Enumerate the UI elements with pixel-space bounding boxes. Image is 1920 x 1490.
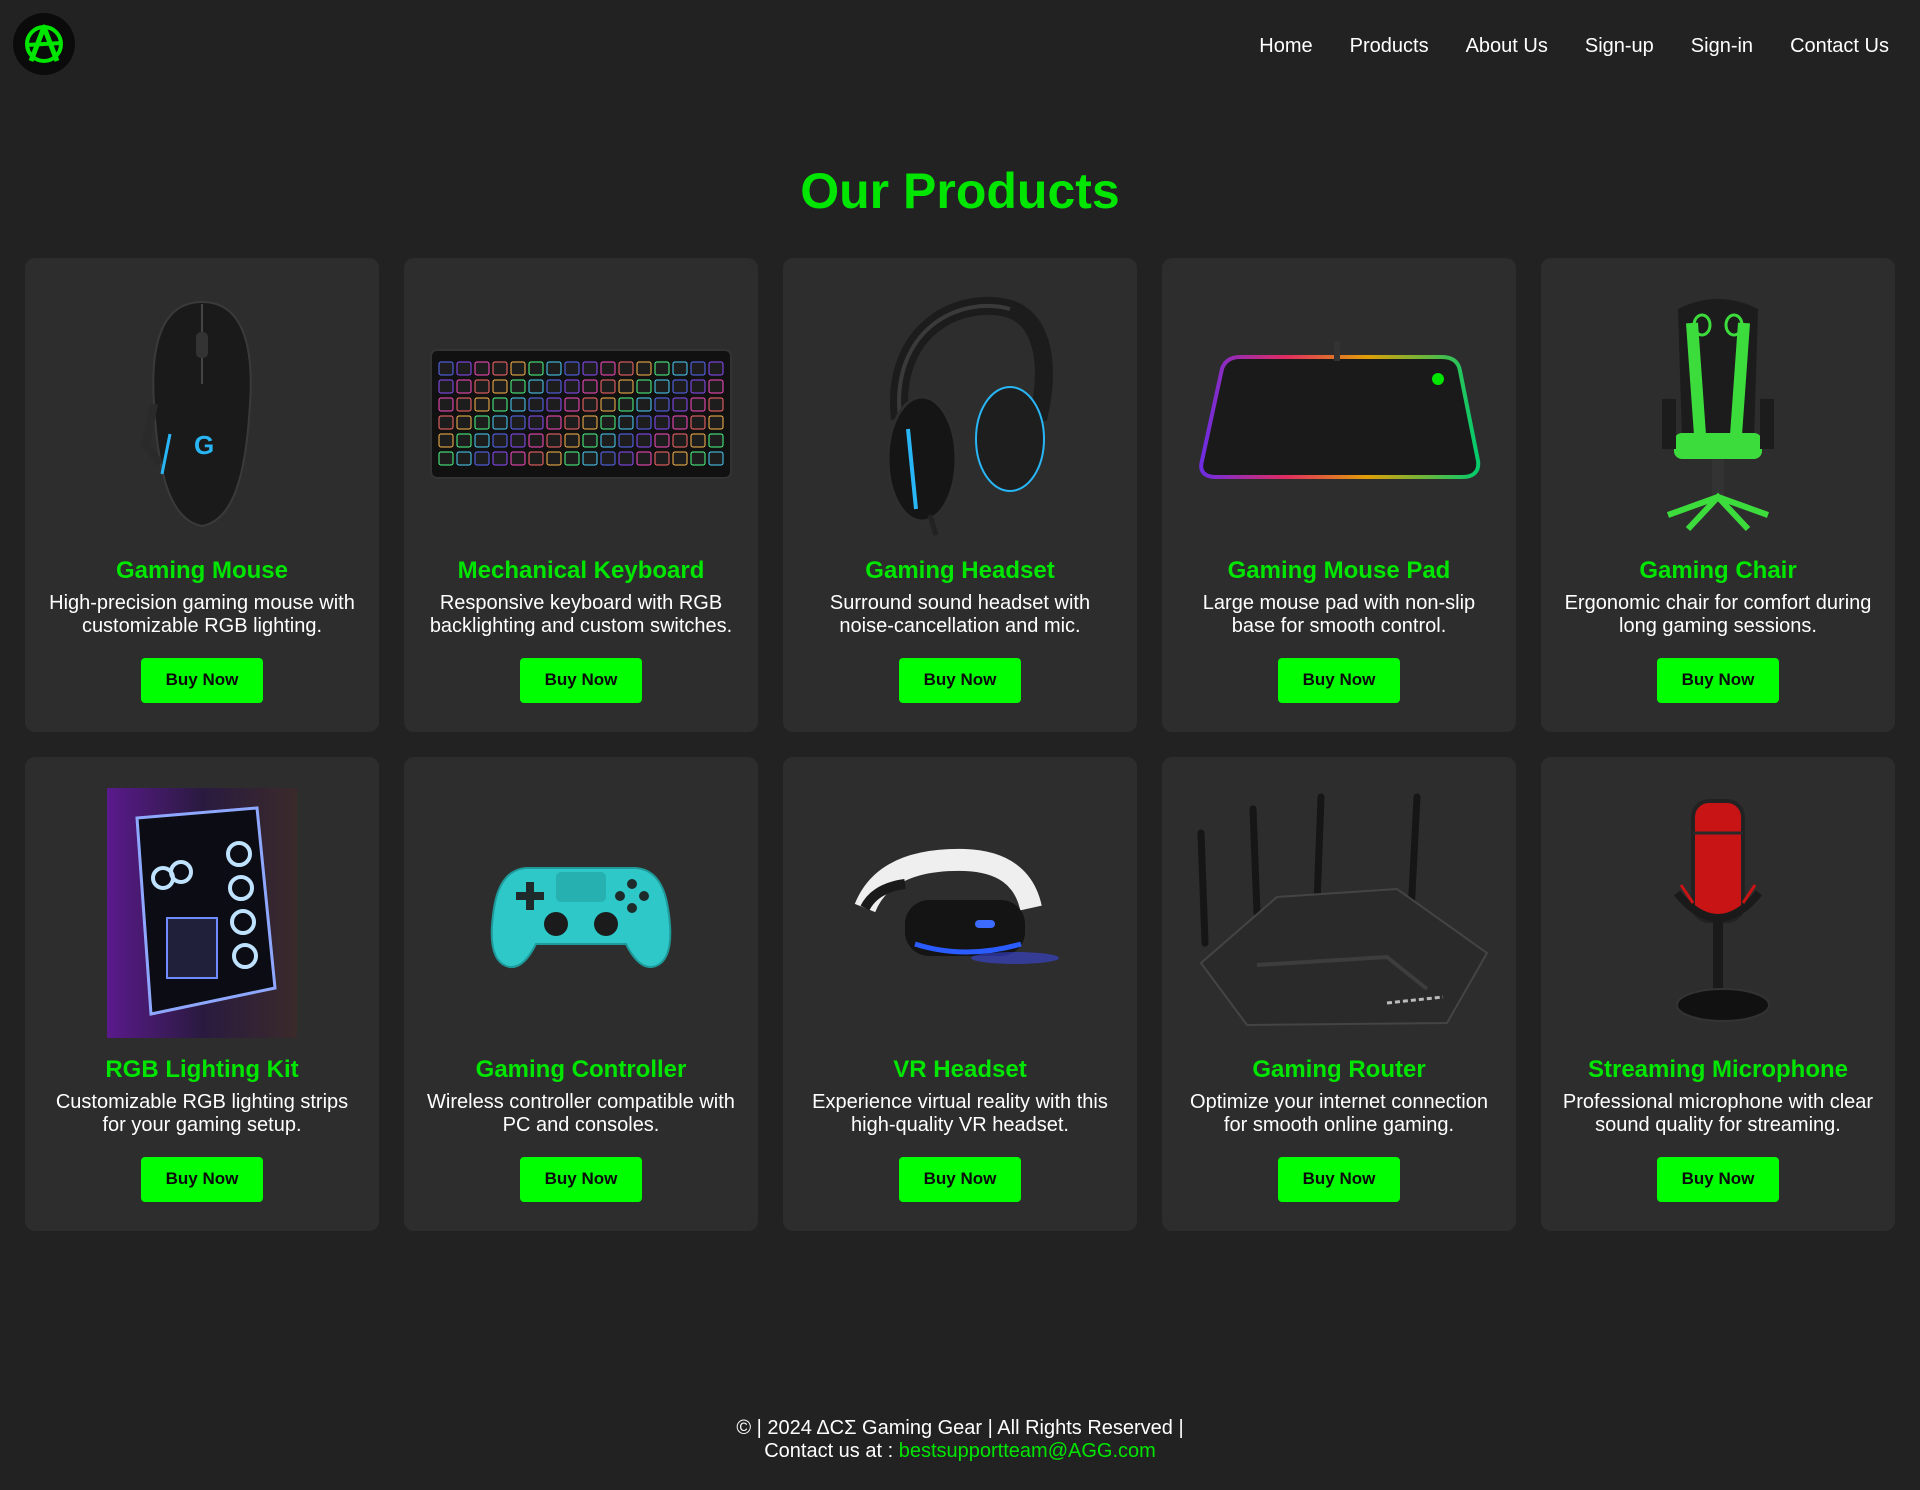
gaming-mouse-image: G <box>47 288 357 540</box>
product-description: Wireless controller compatible with PC a… <box>427 1090 735 1136</box>
buy-now-button[interactable]: Buy Now <box>520 1156 642 1202</box>
product-description: Experience virtual reality with this hig… <box>812 1090 1108 1136</box>
product-description: Surround sound headset with noise-cancel… <box>829 591 1091 637</box>
product-name: Gaming Router <box>1252 1055 1426 1083</box>
nav-links: Home Products About Us Sign-up Sign-in C… <box>1222 33 1889 59</box>
vr-headset-image <box>805 787 1115 1039</box>
copyright-text: © | 2024 ΔCΣ Gaming Gear | All Rights Re… <box>736 1417 1184 1439</box>
headset-image <box>805 288 1115 540</box>
product-name: Gaming Controller <box>475 1055 687 1083</box>
logo-icon[interactable] <box>13 13 75 75</box>
nav-about-link[interactable]: About Us <box>1466 33 1548 59</box>
product-card: Mechanical Keyboard Responsive keyboard … <box>404 258 758 732</box>
product-card: VR Headset Experience virtual reality wi… <box>783 757 1137 1231</box>
product-name: Gaming Chair <box>1639 556 1797 584</box>
product-card: G Gaming Mouse High-precision gaming mou… <box>25 258 379 732</box>
footer: © | 2024 ΔCΣ Gaming Gear | All Rights Re… <box>0 1417 1920 1463</box>
contact-line: Contact us at : bestsupportteam@AGG.com <box>0 1440 1920 1463</box>
product-description: Optimize your internet connection for sm… <box>1190 1090 1488 1136</box>
buy-now-button[interactable]: Buy Now <box>1657 1156 1779 1202</box>
product-description: Responsive keyboard with RGB backlightin… <box>429 591 733 637</box>
product-description: Large mouse pad with non-slip base for s… <box>1202 591 1476 637</box>
svg-text:G: G <box>194 430 214 460</box>
product-card: Gaming Mouse Pad Large mouse pad with no… <box>1162 258 1516 732</box>
product-name: VR Headset <box>893 1055 1027 1083</box>
mouse-pad-image <box>1184 288 1494 540</box>
product-description: Ergonomic chair for comfort during long … <box>1564 591 1872 637</box>
buy-now-button[interactable]: Buy Now <box>1278 657 1400 703</box>
buy-now-button[interactable]: Buy Now <box>520 657 642 703</box>
router-image <box>1184 787 1494 1039</box>
top-navigation: Home Products About Us Sign-up Sign-in C… <box>0 0 1920 92</box>
product-card: Gaming Controller Wireless controller co… <box>404 757 758 1231</box>
buy-now-button[interactable]: Buy Now <box>141 657 263 703</box>
product-name: Gaming Mouse Pad <box>1227 556 1451 584</box>
product-card: Gaming Router Optimize your internet con… <box>1162 757 1516 1231</box>
buy-now-button[interactable]: Buy Now <box>899 1156 1021 1202</box>
product-description: Customizable RGB lighting strips for you… <box>55 1090 349 1136</box>
product-name: Mechanical Keyboard <box>457 556 705 584</box>
product-name: Gaming Mouse <box>115 556 289 584</box>
nav-signup-link[interactable]: Sign-up <box>1585 33 1654 59</box>
keyboard-image <box>426 288 736 540</box>
page-title: Our Products <box>800 163 1120 219</box>
nav-contact-link[interactable]: Contact Us <box>1790 33 1889 59</box>
nav-products-link[interactable]: Products <box>1350 33 1429 59</box>
buy-now-button[interactable]: Buy Now <box>899 657 1021 703</box>
buy-now-button[interactable]: Buy Now <box>1278 1156 1400 1202</box>
product-name: Gaming Headset <box>865 556 1055 584</box>
product-name: RGB Lighting Kit <box>105 1055 299 1083</box>
nav-home-link[interactable]: Home <box>1259 33 1312 59</box>
buy-now-button[interactable]: Buy Now <box>1657 657 1779 703</box>
support-email-link[interactable]: bestsupportteam@AGG.com <box>899 1440 1156 1462</box>
product-description: Professional microphone with clear sound… <box>1562 1090 1874 1136</box>
nav-signin-link[interactable]: Sign-in <box>1691 33 1753 59</box>
product-card: RGB Lighting Kit Customizable RGB lighti… <box>25 757 379 1231</box>
product-description: High-precision gaming mouse with customi… <box>49 591 355 637</box>
product-name: Streaming Microphone <box>1587 1055 1849 1083</box>
gaming-chair-image <box>1563 288 1873 540</box>
product-card: Gaming Chair Ergonomic chair for comfort… <box>1541 258 1895 732</box>
product-grid: G Gaming Mouse High-precision gaming mou… <box>25 258 1895 1231</box>
buy-now-button[interactable]: Buy Now <box>141 1156 263 1202</box>
product-card: Gaming Headset Surround sound headset wi… <box>783 258 1137 732</box>
rgb-pc-case-image <box>47 787 357 1039</box>
product-card: Streaming Microphone Professional microp… <box>1541 757 1895 1231</box>
microphone-image <box>1563 787 1873 1039</box>
contact-prefix: Contact us at : <box>764 1440 899 1462</box>
controller-image <box>426 787 736 1039</box>
